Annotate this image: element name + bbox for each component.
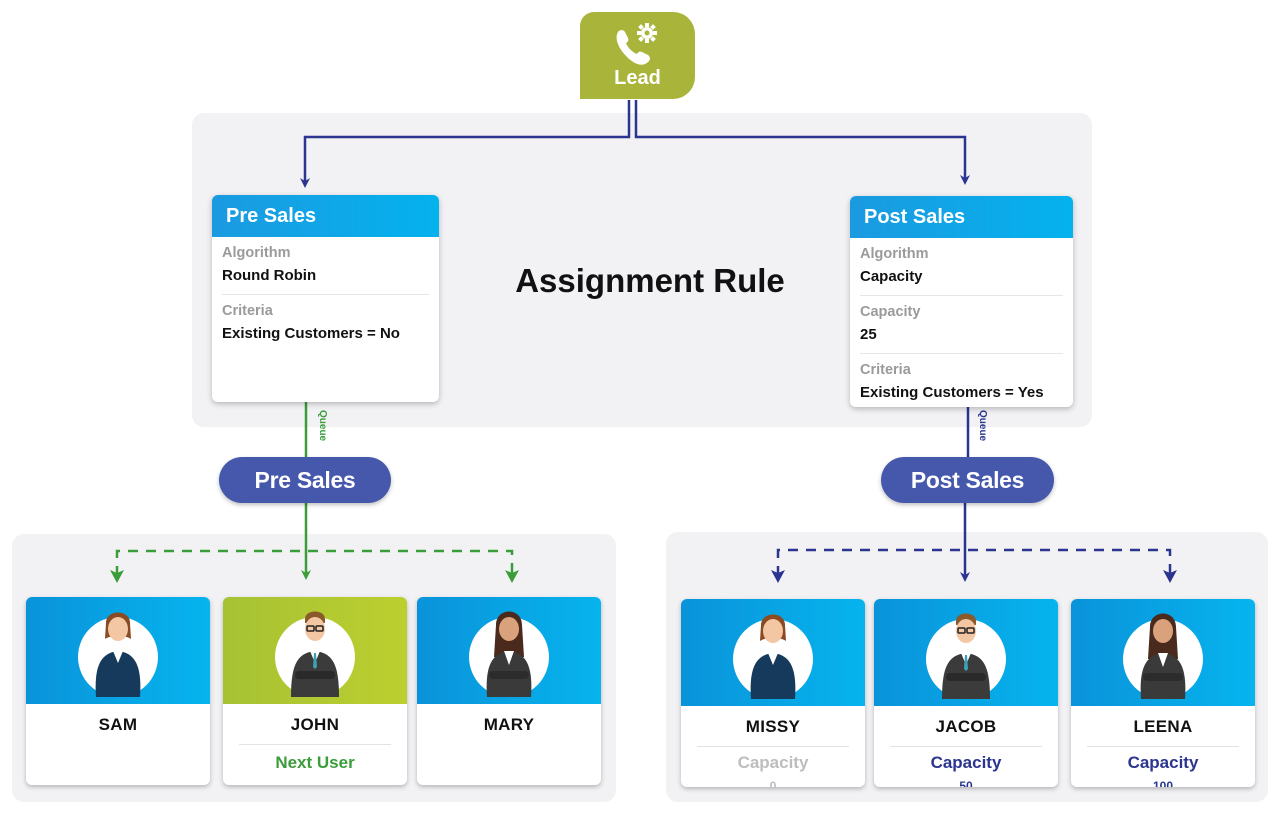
avatar xyxy=(469,611,549,697)
capacity-label: Capacity xyxy=(737,753,809,772)
avatar xyxy=(926,613,1006,699)
pre-sales-rule-title: Pre Sales xyxy=(212,195,439,237)
user-card-missy[interactable]: MISSY Capacity 0 xyxy=(681,599,865,787)
capacity-label: Capacity xyxy=(930,753,1002,772)
user-card-john[interactable]: JOHN Next User xyxy=(223,597,407,785)
divider xyxy=(697,746,849,747)
pre-sales-queue-tag: Queue xyxy=(317,410,328,442)
user-name: JACOB xyxy=(935,717,997,736)
algorithm-label: Algorithm xyxy=(222,245,291,261)
businessman-avatar-icon xyxy=(291,611,339,697)
user-name: LEENA xyxy=(1133,717,1193,736)
criteria-value: Existing Customers = No xyxy=(222,325,400,342)
businesswoman-avatar-icon xyxy=(750,614,796,699)
pre-sales-rule-card[interactable]: Pre Sales Algorithm Round Robin Criteria… xyxy=(212,195,439,402)
user-name: MARY xyxy=(483,715,535,734)
divider xyxy=(239,744,391,745)
assignment-rule-title: Assignment Rule xyxy=(515,262,785,299)
user-name: MISSY xyxy=(745,717,801,736)
user-card-leena[interactable]: LEENA Capacity 100 xyxy=(1071,599,1255,787)
divider xyxy=(222,294,429,295)
user-name: SAM xyxy=(98,715,138,734)
post-sales-rule-card[interactable]: Post Sales Algorithm Capacity Capacity 2… xyxy=(850,196,1073,407)
lead-label: Lead xyxy=(614,67,661,89)
user-name: JOHN xyxy=(290,715,340,734)
capacity-value: 25 xyxy=(860,326,877,343)
post-sales-queue[interactable]: Post Sales xyxy=(881,457,1054,503)
algorithm-value: Round Robin xyxy=(222,267,317,284)
divider xyxy=(860,295,1063,296)
user-card-mary[interactable]: MARY xyxy=(417,597,601,785)
user-card-sam[interactable]: SAM xyxy=(26,597,210,785)
avatar xyxy=(275,611,355,697)
divider xyxy=(860,353,1063,354)
post-sales-queue-tag: Queue xyxy=(977,410,988,442)
algorithm-value: Capacity xyxy=(860,268,923,285)
capacity-label: Capacity xyxy=(1127,753,1199,772)
criteria-value: Existing Customers = Yes xyxy=(860,384,1044,401)
capacity-value: 100 xyxy=(1152,779,1174,787)
divider xyxy=(1087,746,1239,747)
avatar xyxy=(1123,613,1203,699)
pre-sales-queue[interactable]: Pre Sales xyxy=(219,457,391,503)
criteria-label: Criteria xyxy=(222,303,273,319)
phone-gear-icon xyxy=(616,23,657,65)
capacity-value: 0 xyxy=(769,779,777,787)
user-card-jacob[interactable]: JACOB Capacity 50 xyxy=(874,599,1058,787)
divider xyxy=(890,746,1042,747)
next-user-status: Next User xyxy=(275,753,355,772)
businesswoman-avatar-icon xyxy=(486,611,532,697)
businesswoman-avatar-icon xyxy=(95,612,141,697)
avatar xyxy=(78,612,158,697)
businessman-avatar-icon xyxy=(942,613,990,699)
criteria-label: Criteria xyxy=(860,362,911,378)
capacity-label: Capacity xyxy=(860,304,921,320)
algorithm-label: Algorithm xyxy=(860,246,929,262)
lead-node[interactable]: Lead xyxy=(580,12,695,99)
post-sales-rule-title: Post Sales xyxy=(850,196,1073,238)
businesswoman-avatar-icon xyxy=(1140,613,1186,699)
capacity-value: 50 xyxy=(959,779,973,787)
avatar xyxy=(733,614,813,699)
